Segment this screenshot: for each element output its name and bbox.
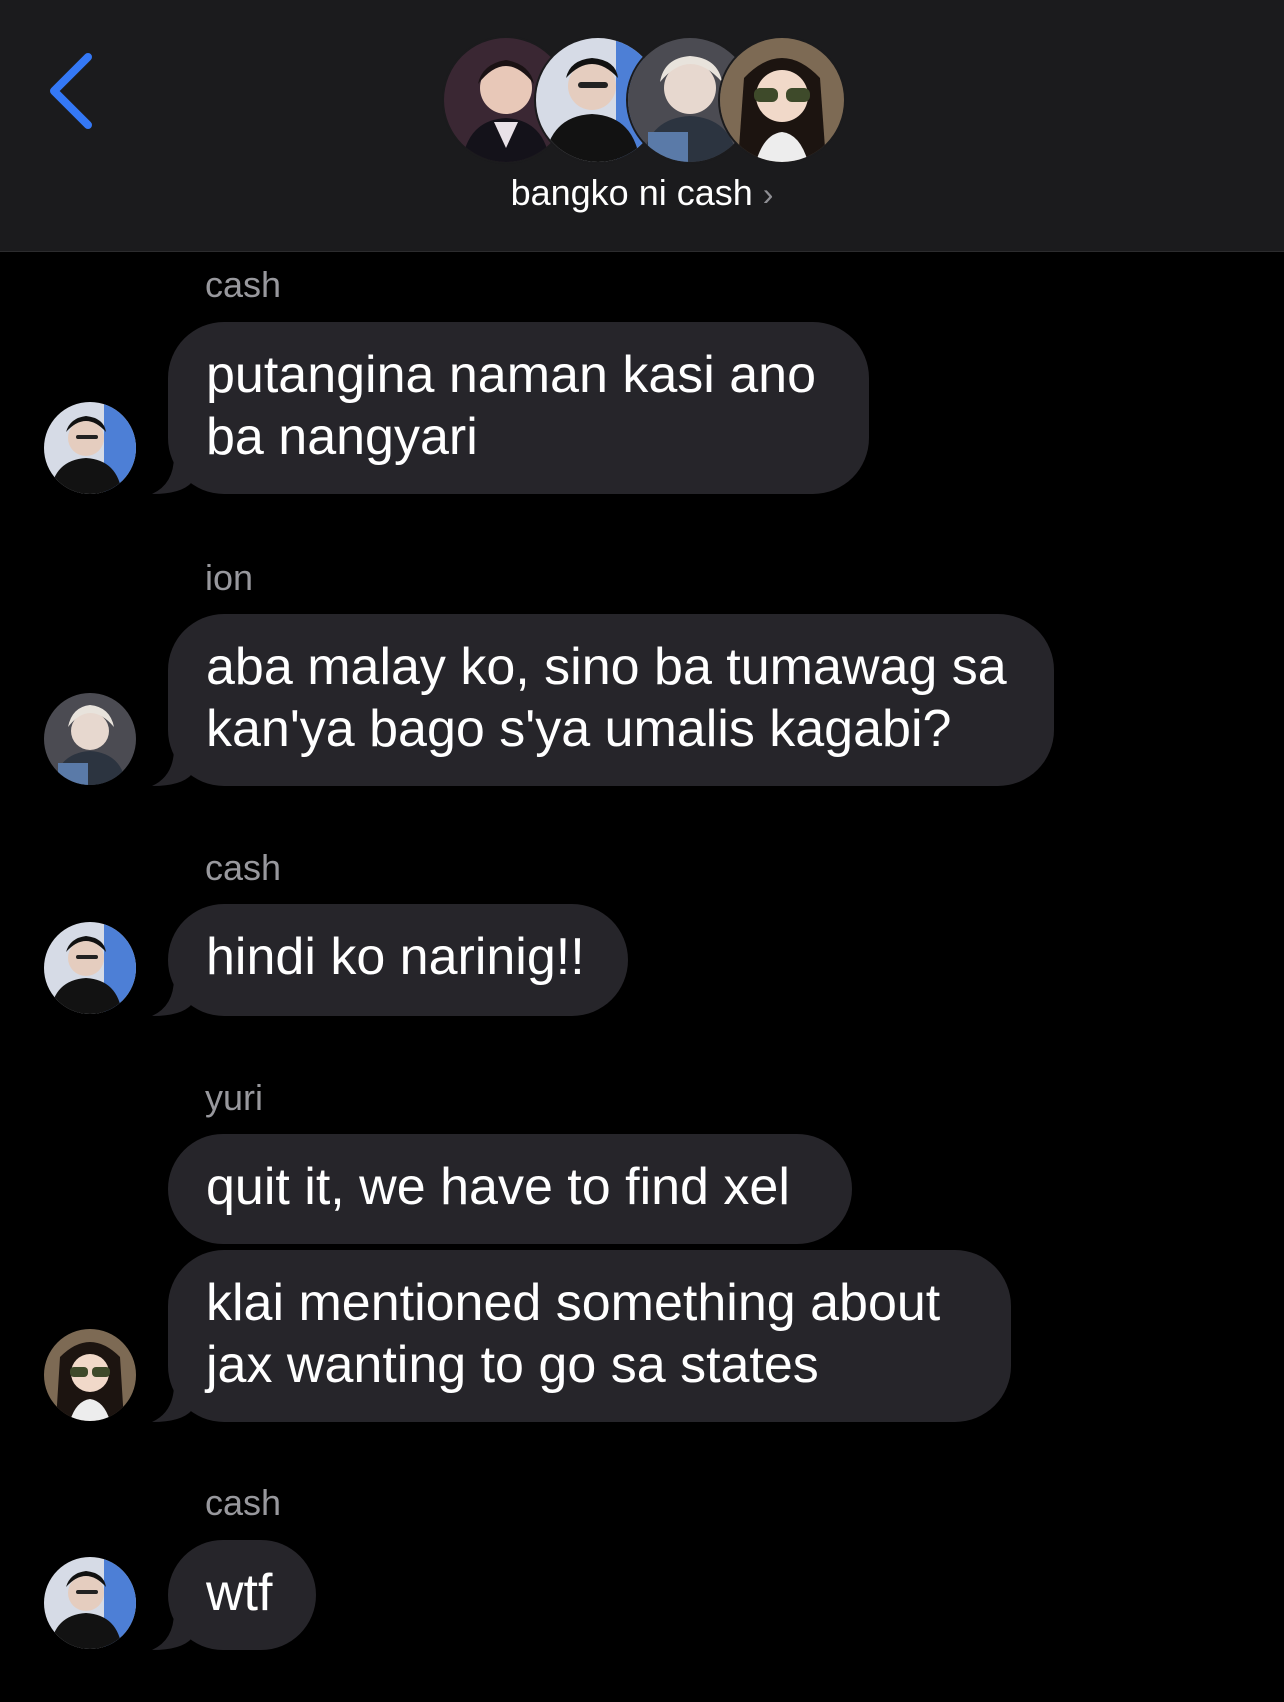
sender-name: cash [205,1482,282,1523]
sender-avatar[interactable] [44,693,136,785]
bubble-tail [152,748,192,786]
message-bubble[interactable]: klai mentioned something about jax wanti… [168,1250,1011,1422]
bubble-tail [152,978,192,1016]
message-bubble[interactable]: hindi ko narinig!! [168,904,628,1016]
message-bubble[interactable]: aba malay ko, sino ba tumawag sa kan'ya … [168,614,1054,786]
group-member-avatar [718,36,846,164]
group-title-button[interactable]: bangko ni cash › [0,172,1284,214]
sender-name: ion [205,557,254,598]
sender-avatar[interactable] [44,1557,136,1649]
message-bubble[interactable]: putangina naman kasi ano ba nangyari [168,322,869,494]
bubble-tail [152,456,192,494]
message-text: putangina naman kasi ano ba nangyari [206,346,817,466]
bubble-tail [152,1384,192,1422]
sender-avatar[interactable] [44,922,136,1014]
message-text: klai mentioned something about jax wanti… [206,1274,941,1394]
message-text: quit it, we have to find xel [206,1158,790,1216]
message-bubble[interactable]: quit it, we have to find xel [168,1134,852,1244]
sender-name: cash [205,847,282,888]
chevron-right-icon: › [762,176,774,212]
sender-avatar[interactable] [44,402,136,494]
group-avatar-stack[interactable] [442,36,846,164]
sender-name: cash [205,264,282,305]
message-text: aba malay ko, sino ba tumawag sa kan'ya … [206,638,1007,758]
chevron-left-icon [50,53,92,129]
sender-avatar[interactable] [44,1329,136,1421]
sender-name: yuri [205,1077,264,1118]
back-button[interactable] [40,45,110,135]
group-name: bangko ni cash [510,172,753,213]
message-text: wtf [206,1564,273,1622]
bubble-tail [152,1612,192,1650]
message-text: hindi ko narinig!! [206,928,585,986]
conversation-header: bangko ni cash › [0,0,1284,252]
